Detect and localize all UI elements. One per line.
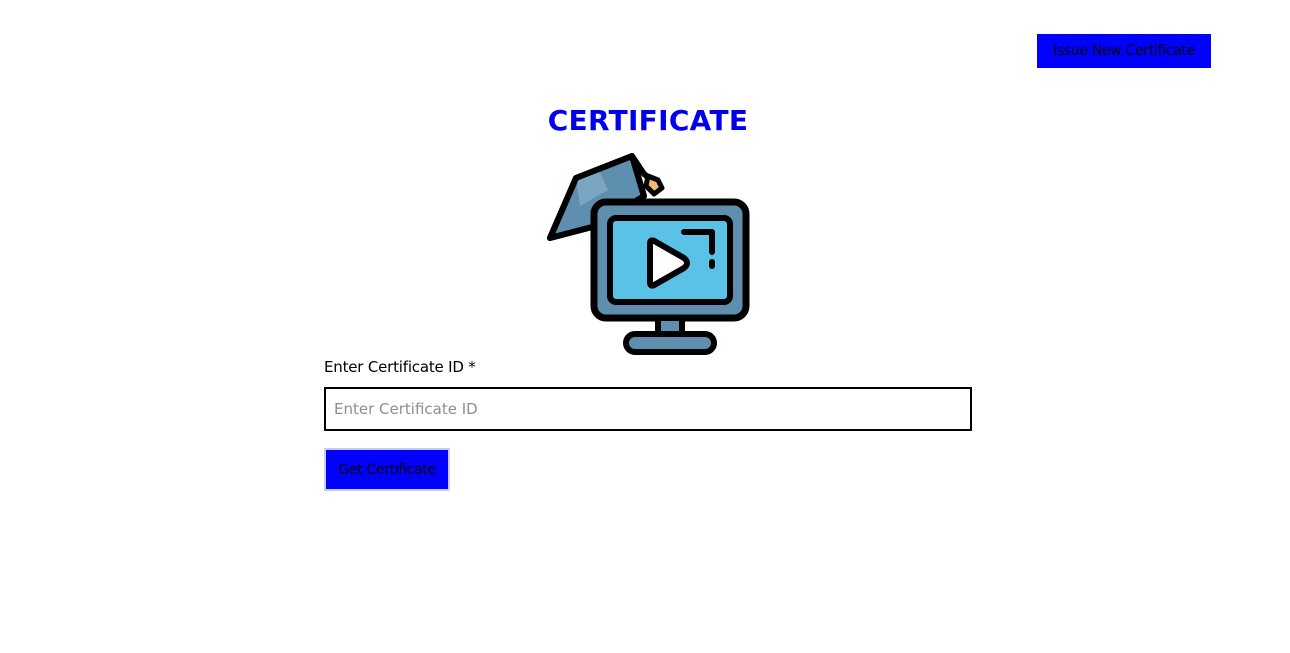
certificate-id-label: Enter Certificate ID * [324, 358, 476, 376]
issue-new-certificate-button[interactable]: Issue New Certificate [1037, 34, 1211, 68]
certificate-lookup-form: Enter Certificate ID * Get Certificate [324, 356, 972, 491]
page: Issue New Certificate CERTIFICATE Enter … [0, 0, 1290, 653]
page-title: CERTIFICATE [547, 104, 749, 137]
get-certificate-button[interactable]: Get Certificate [324, 448, 450, 491]
graduation-monitor-icon [544, 152, 754, 358]
certificate-id-input[interactable] [324, 387, 972, 431]
